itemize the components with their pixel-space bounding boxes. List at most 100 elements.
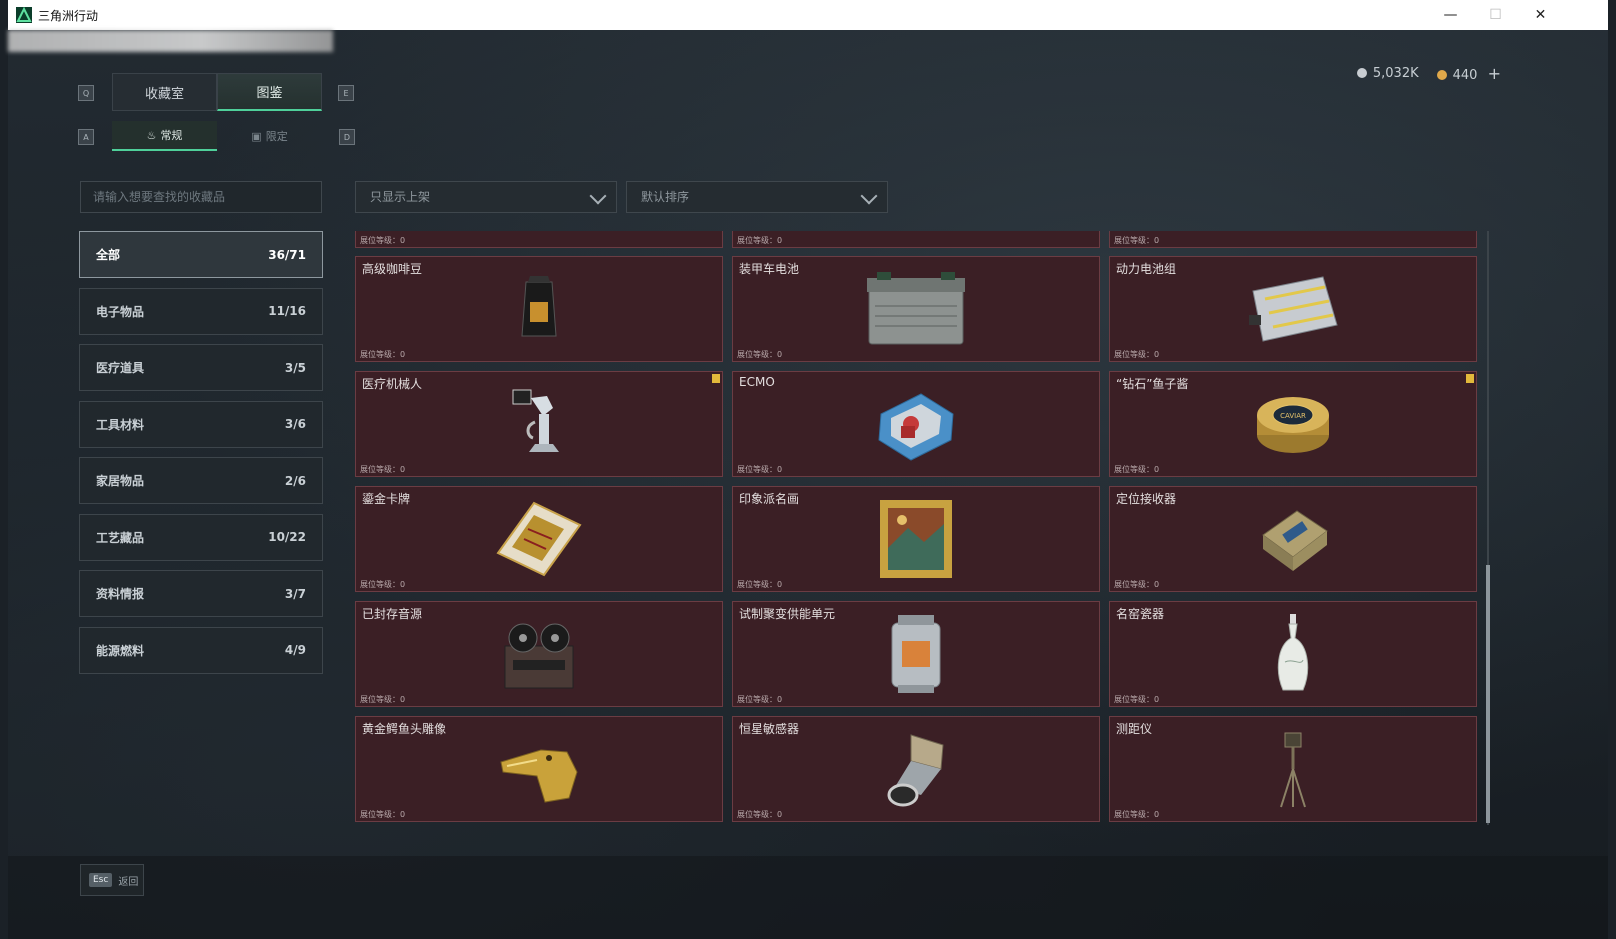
display-level: 展位等级：0	[737, 695, 783, 704]
chevron-down-icon	[589, 187, 607, 205]
add-currency-button[interactable]: +	[1488, 64, 1501, 83]
sort-dropdown[interactable]: 默认排序	[626, 181, 888, 213]
reel-recorder-icon	[504, 623, 574, 689]
item-name: 已封存音源	[362, 607, 423, 621]
category-label: 能源燃料	[96, 643, 145, 658]
sort-value: 默认排序	[641, 190, 690, 204]
category-electronics[interactable]: 电子物品 11/16	[79, 287, 323, 335]
tab-codex[interactable]: 图鉴	[217, 73, 322, 111]
item-grid: 展位等级：0 展位等级：0 展位等级：0 高级咖啡豆 展位等级：0 装甲车电池 …	[355, 231, 1483, 825]
subtab-limited[interactable]: ▣ 限定	[217, 121, 322, 151]
maximize-button[interactable]: ☐	[1473, 0, 1518, 30]
item-name: 恒星敏感器	[739, 722, 800, 736]
item-card[interactable]: 测距仪 展位等级：0	[1109, 716, 1477, 822]
category-count: 36/71	[268, 247, 306, 262]
footer-bar	[8, 856, 1608, 939]
display-level: 展位等级：0	[737, 350, 783, 359]
caviar-tin-icon: CAVIAR	[1257, 397, 1329, 453]
item-card[interactable]: 高级咖啡豆 展位等级：0	[355, 256, 723, 362]
display-level: 展位等级：0	[1114, 236, 1160, 245]
category-label: 全部	[96, 248, 121, 262]
item-name: 黄金鳄鱼头雕像	[362, 722, 447, 736]
category-label: 医疗道具	[96, 361, 145, 375]
item-card[interactable]: 装甲车电池 展位等级：0	[732, 256, 1100, 362]
category-label: 家居物品	[96, 474, 145, 488]
item-card[interactable]: 名窑瓷器 展位等级：0	[1109, 601, 1477, 707]
category-energy[interactable]: 能源燃料 4/9	[79, 626, 323, 674]
item-name: 装甲车电池	[739, 262, 800, 276]
gold-currency: 440 +	[1436, 64, 1501, 83]
back-button[interactable]: Esc 返回	[80, 864, 144, 896]
category-household[interactable]: 家居物品 2/6	[79, 457, 323, 504]
coffee-bag-icon	[521, 276, 557, 337]
item-card[interactable]: “钻石”鱼子酱 CAVIAR 展位等级：0	[1109, 371, 1477, 477]
item-card-partial[interactable]: 展位等级：0	[355, 231, 723, 248]
category-medical[interactable]: 医疗道具 3/5	[79, 344, 323, 391]
item-card[interactable]: ECMO 展位等级：0	[732, 371, 1100, 477]
display-level: 展位等级：0	[360, 580, 406, 589]
esc-key-icon: Esc	[89, 873, 113, 887]
item-card[interactable]: 试制聚变供能单元 展位等级：0	[732, 601, 1100, 707]
item-card-partial[interactable]: 展位等级：0	[1109, 231, 1477, 248]
item-name: 印象派名画	[739, 492, 800, 506]
grid-scrollbar-thumb[interactable]	[1486, 565, 1490, 823]
fusion-cell-icon	[891, 615, 941, 693]
medical-robot-icon	[512, 389, 559, 452]
category-count: 10/22	[268, 530, 306, 544]
display-filter-dropdown[interactable]: 只显示上架	[355, 181, 617, 213]
display-level: 展位等级：0	[360, 465, 406, 474]
category-label: 工具材料	[96, 417, 145, 432]
display-level: 展位等级：0	[737, 580, 783, 589]
item-name: 鎏金卡牌	[362, 492, 411, 506]
item-name: 医疗机械人	[362, 377, 423, 391]
painting-icon	[880, 500, 952, 578]
hotkey-d: D	[339, 129, 355, 145]
svg-text:CAVIAR: CAVIAR	[1280, 412, 1306, 420]
porcelain-vase-icon	[1277, 614, 1309, 691]
item-card[interactable]: 恒星敏感器 展位等级：0	[732, 716, 1100, 822]
currency-bar: 5,032K 440 +	[1356, 64, 1501, 83]
display-level: 展位等级：0	[1114, 350, 1160, 359]
item-name: 测距仪	[1116, 722, 1153, 736]
alert-badge-icon	[1466, 374, 1474, 383]
hotkey-q: Q	[78, 85, 94, 101]
back-label: 返回	[118, 876, 139, 888]
silver-value: 5,032K	[1372, 66, 1419, 81]
item-card[interactable]: 定位接收器 展位等级：0	[1109, 486, 1477, 592]
category-count: 4/9	[284, 643, 306, 657]
tab-collection-room[interactable]: 收藏室	[112, 73, 217, 111]
item-card[interactable]: 动力电池组 展位等级：0	[1109, 256, 1477, 362]
item-card[interactable]: 黄金鳄鱼头雕像 展位等级：0	[355, 716, 723, 822]
chevron-down-icon	[860, 187, 878, 205]
subtab-regular[interactable]: ♨ 常规	[112, 121, 217, 151]
category-label: 工艺藏品	[96, 530, 145, 545]
category-label: 资料情报	[96, 587, 145, 601]
display-level: 展位等级：0	[1114, 695, 1160, 704]
blurred-overlay	[8, 30, 333, 52]
display-level: 展位等级：0	[1114, 465, 1160, 474]
item-name: ECMO	[739, 375, 775, 389]
search-input[interactable]: 请输入想要查找的收藏品	[80, 181, 322, 213]
category-crafts[interactable]: 工艺藏品 10/22	[79, 513, 323, 561]
display-level: 展位等级：0	[1114, 810, 1160, 819]
item-card[interactable]: 医疗机械人 展位等级：0	[355, 371, 723, 477]
category-tools[interactable]: 工具材料 3/6	[79, 400, 323, 448]
item-card[interactable]: 鎏金卡牌 展位等级：0	[355, 486, 723, 592]
silver-coin-icon	[1356, 68, 1367, 78]
gold-card-icon	[496, 501, 582, 577]
category-all[interactable]: 全部 36/71	[79, 231, 323, 278]
display-level: 展位等级：0	[360, 695, 406, 704]
item-card-partial[interactable]: 展位等级：0	[732, 231, 1100, 248]
category-intel[interactable]: 资料情报 3/7	[79, 570, 323, 617]
category-label: 电子物品	[96, 304, 145, 319]
close-button[interactable]: ✕	[1518, 0, 1563, 30]
silver-currency: 5,032K	[1356, 66, 1419, 81]
item-name: 高级咖啡豆	[362, 262, 423, 276]
item-card[interactable]: 印象派名画 展位等级：0	[732, 486, 1100, 592]
item-name: “钻石”鱼子酱	[1116, 377, 1189, 391]
item-card[interactable]: 已封存音源 展位等级：0	[355, 601, 723, 707]
minimize-button[interactable]: —	[1428, 0, 1473, 30]
display-level: 展位等级：0	[360, 810, 406, 819]
app-logo-icon	[16, 7, 32, 23]
category-count: 2/6	[284, 473, 306, 488]
